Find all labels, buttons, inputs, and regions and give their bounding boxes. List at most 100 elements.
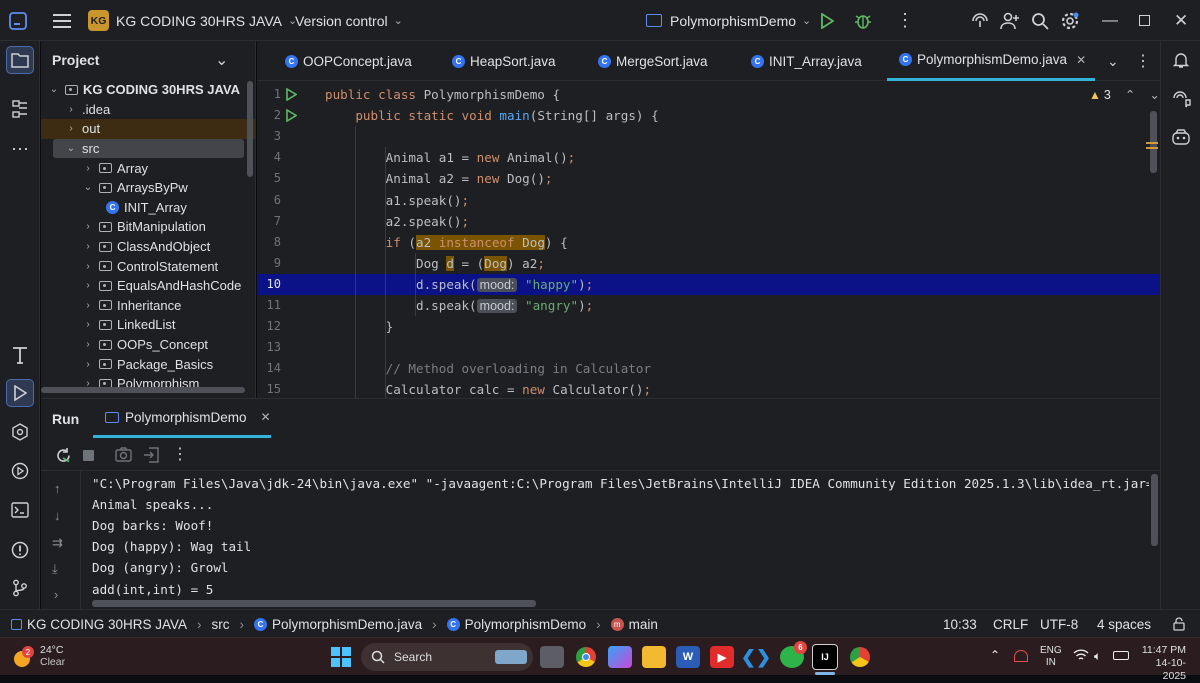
chevron-right-icon[interactable]: › (83, 221, 93, 232)
tab-list-chevron-icon[interactable]: ⌄ (1107, 41, 1119, 81)
tree-item[interactable]: › EqualsAndHashCode (41, 276, 255, 296)
windows-start-icon[interactable] (331, 647, 351, 670)
tree-item[interactable]: ⌄ ArraysByPw (41, 178, 255, 198)
code-line[interactable]: } (325, 316, 394, 337)
breadcrumb-file[interactable]: PolymorphismDemo.java (272, 617, 422, 632)
console-scrollbar[interactable] (1151, 474, 1158, 546)
code-line[interactable]: d.speak(mood: "happy"); (325, 274, 593, 295)
file-encoding[interactable]: UTF-8 (1040, 610, 1078, 638)
tab-heapsort[interactable]: C HeapSort.java (452, 41, 556, 81)
chevron-up-icon[interactable]: ⌃ (1125, 87, 1135, 102)
main-menu-icon[interactable] (53, 0, 71, 41)
task-view-icon[interactable] (540, 646, 564, 668)
code-line[interactable]: d.speak(mood: "angry"); (325, 295, 593, 316)
tree-item[interactable]: › OOPs_Concept (41, 335, 255, 355)
chevron-right-icon[interactable]: › (83, 319, 93, 330)
tab-oopconcept[interactable]: C OOPConcept.java (285, 41, 412, 81)
tab-polymorphismdemo[interactable]: C PolymorphismDemo.java ✕ (887, 41, 1095, 81)
editor-more-icon[interactable]: ⋮ (1135, 41, 1151, 81)
ide-logo-icon[interactable] (9, 0, 27, 41)
run-tab-polymorphismdemo[interactable]: PolymorphismDemo ✕ (93, 399, 271, 438)
indent-setting[interactable]: 4 spaces (1097, 610, 1151, 638)
run-tool-icon[interactable] (6, 379, 34, 407)
code-line[interactable]: public static void main(String[] args) { (325, 105, 658, 126)
file-explorer-icon[interactable] (642, 646, 666, 668)
gutter-run-icon[interactable] (286, 108, 298, 125)
chevron-right-icon[interactable]: › (66, 104, 76, 115)
tab-mergesort[interactable]: C MergeSort.java (598, 41, 708, 81)
git-tool-icon[interactable] (6, 574, 34, 602)
text-tool-icon[interactable] (6, 341, 34, 369)
gutter-run-icon[interactable] (286, 87, 298, 104)
chevron-right-icon[interactable]: › (83, 280, 93, 291)
chevron-down-icon[interactable]: ⌄ (49, 84, 59, 95)
run-more-icon[interactable]: ⋮ (172, 444, 188, 464)
tree-item[interactable]: › BitManipulation (41, 217, 255, 237)
structure-tool-icon[interactable] (6, 95, 34, 123)
project-tree-scrollbar[interactable] (247, 81, 253, 177)
battery-icon[interactable] (1113, 651, 1129, 660)
caret-position[interactable]: 10:33 (943, 610, 977, 638)
lock-icon[interactable] (1173, 610, 1185, 638)
weather-widget[interactable]: 2 24°C Clear (12, 644, 65, 668)
services-tool-icon[interactable] (6, 418, 34, 446)
breadcrumb-method[interactable]: main (629, 617, 658, 632)
code-line[interactable]: a1.speak(); (325, 190, 469, 211)
tab-init-array[interactable]: C INIT_Array.java (751, 41, 862, 81)
run-config-selector[interactable]: PolymorphismDemo ⌄ (646, 0, 811, 41)
language-indicator[interactable]: ENG IN (1040, 645, 1062, 669)
more-tools-icon[interactable]: ⋯ (6, 135, 34, 163)
code-line[interactable]: public class PolymorphismDemo { (325, 84, 560, 105)
word-icon[interactable]: W (676, 646, 700, 668)
chevron-down-icon[interactable]: ⌄ (215, 50, 228, 70)
tree-item[interactable]: ⌄ src (53, 138, 244, 159)
chevron-right-icon[interactable]: › (83, 261, 93, 272)
console-output[interactable]: "C:\Program Files\Java\jdk-24\bin\java.e… (41, 471, 1149, 609)
code-line[interactable]: Dog d = (Dog) a2; (325, 253, 545, 274)
terminal-tool-icon[interactable] (6, 496, 34, 524)
rerun-icon[interactable] (55, 447, 72, 467)
copilot-icon[interactable] (1167, 123, 1195, 151)
close-tab-icon[interactable]: ✕ (1076, 53, 1086, 67)
tree-item[interactable]: ⌄ KG CODING 30HRS JAVA (41, 80, 255, 100)
chevron-right-icon[interactable]: › (83, 300, 93, 311)
code-area[interactable]: 1 public class PolymorphismDemo {2 public… (257, 82, 1160, 398)
code-line[interactable]: Animal a1 = new Animal(); (325, 147, 576, 168)
chevron-down-icon[interactable]: ⌄ (66, 143, 76, 154)
breadcrumb-class[interactable]: PolymorphismDemo (465, 617, 587, 632)
debug-tool-icon[interactable] (6, 457, 34, 485)
search-icon[interactable] (1031, 0, 1049, 41)
ai-assistant-icon[interactable] (970, 0, 990, 41)
chevron-right-icon[interactable]: › (83, 359, 93, 370)
chevron-right-icon[interactable]: › (83, 241, 93, 252)
tree-item[interactable]: › Array (41, 158, 255, 178)
stop-icon[interactable] (83, 450, 94, 461)
tray-chevron-up-icon[interactable]: ⌃ (990, 648, 1000, 662)
chevron-right-icon[interactable]: › (83, 339, 93, 350)
chevron-down-icon[interactable]: ⌄ (1149, 87, 1159, 102)
problems-tool-icon[interactable] (6, 536, 34, 564)
project-tool-icon[interactable] (6, 46, 34, 74)
tree-item[interactable]: › .idea (41, 100, 255, 120)
add-user-icon[interactable] (1000, 0, 1020, 41)
vscode-icon[interactable]: ❮❯ (741, 646, 771, 668)
project-switcher[interactable]: KG KG CODING 30HRS JAVA ⌄ (88, 0, 297, 41)
breadcrumb-project[interactable]: KG CODING 30HRS JAVA (27, 617, 187, 632)
maximize-button[interactable] (1139, 0, 1150, 41)
close-window-button[interactable]: ✕ (1174, 0, 1188, 41)
tree-item[interactable]: C INIT_Array (41, 198, 255, 218)
whatsapp-icon[interactable]: 6 (780, 641, 807, 668)
project-tree-hscrollbar[interactable] (41, 387, 245, 393)
more-actions-icon[interactable]: ⋮ (896, 0, 914, 41)
taskbar-search[interactable]: Search (361, 643, 533, 671)
code-line[interactable]: // Method overloading in Calculator (325, 358, 651, 379)
youtube-icon[interactable]: ▶ (710, 646, 734, 668)
run-icon[interactable] (820, 0, 834, 41)
debug-icon[interactable] (854, 0, 872, 41)
code-line[interactable]: if (a2 instanceof Dog) { (325, 232, 568, 253)
chevron-right-icon[interactable]: › (83, 163, 93, 174)
console-hscrollbar[interactable] (92, 600, 536, 607)
notifications-bell-icon[interactable] (1167, 46, 1195, 74)
chrome-profile-icon[interactable] (848, 646, 872, 668)
breadcrumb-src[interactable]: src (212, 617, 230, 632)
